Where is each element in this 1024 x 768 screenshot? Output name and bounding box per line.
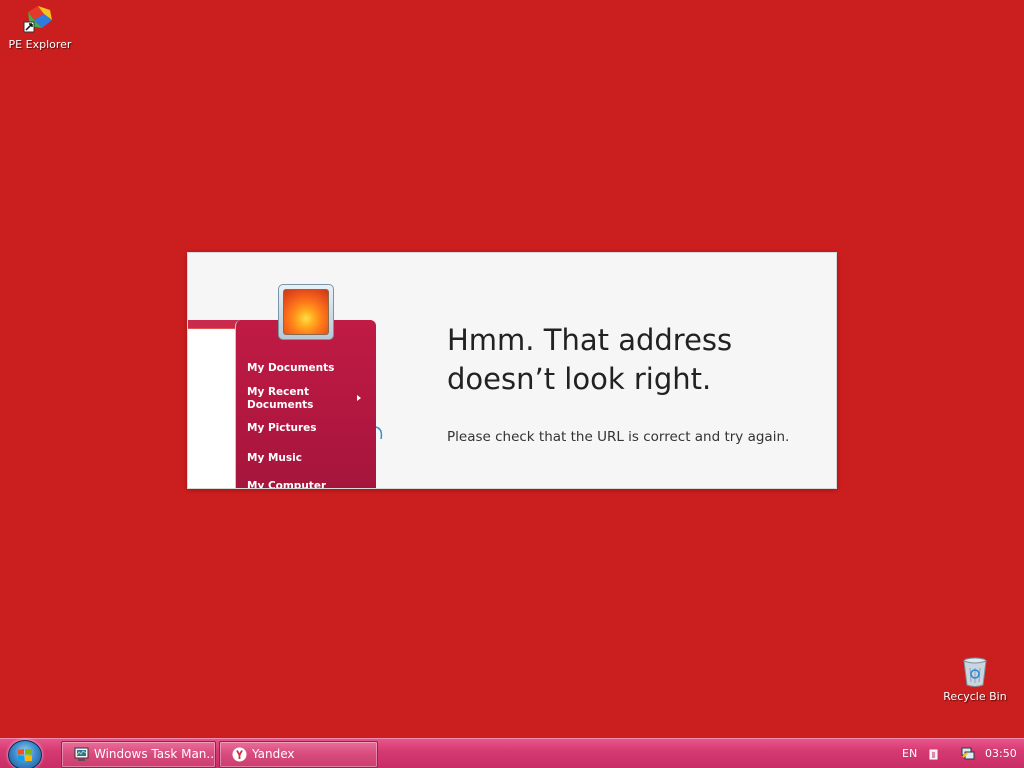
language-indicator[interactable]: EN (902, 747, 917, 760)
desktop-icon-label: PE Explorer (8, 38, 72, 51)
start-button[interactable] (8, 740, 42, 768)
pe-explorer-icon (23, 6, 52, 33)
windows-start-icon (18, 749, 32, 761)
cable-icon (375, 426, 383, 440)
illustration-menu-item: My Music (247, 452, 302, 464)
taskbar: Windows Task Man... Yandex EN 03:50 (0, 738, 1024, 768)
error-illustration: My Documents My Recent Documents My Pict… (188, 253, 428, 488)
taskbar-button-label: Yandex (252, 747, 295, 761)
desktop-icon-pe-explorer[interactable]: PE Explorer (2, 2, 78, 51)
network-icon[interactable] (960, 745, 976, 761)
yandex-icon (232, 747, 247, 762)
taskbar-button-task-manager[interactable]: Windows Task Man... (61, 741, 216, 768)
user-avatar-icon (278, 284, 334, 340)
desktop-icon-recycle-bin[interactable]: Recycle Bin (937, 656, 1013, 703)
illustration-menu-item: My Documents (247, 362, 335, 374)
illustration-left-pane (188, 328, 236, 488)
error-page-card: My Documents My Recent Documents My Pict… (187, 252, 837, 489)
illustration-menu-item: My Computer (247, 480, 327, 488)
taskbar-button-label: Windows Task Man... (94, 747, 216, 761)
illustration-menu-item: My Pictures (247, 422, 317, 434)
recycle-bin-icon (963, 657, 987, 687)
system-clock[interactable]: 03:50 (985, 747, 1017, 760)
illustration-menu-item: My Recent Documents (247, 386, 314, 411)
chevron-right-icon (357, 395, 361, 401)
keyboard-icon[interactable] (929, 749, 938, 760)
taskbar-button-yandex[interactable]: Yandex (219, 741, 378, 768)
task-manager-icon (74, 747, 89, 761)
error-message: Please check that the URL is correct and… (447, 429, 790, 445)
desktop-icon-label: Recycle Bin (943, 690, 1007, 703)
error-title: Hmm. That address doesn’t look right. (447, 323, 733, 396)
